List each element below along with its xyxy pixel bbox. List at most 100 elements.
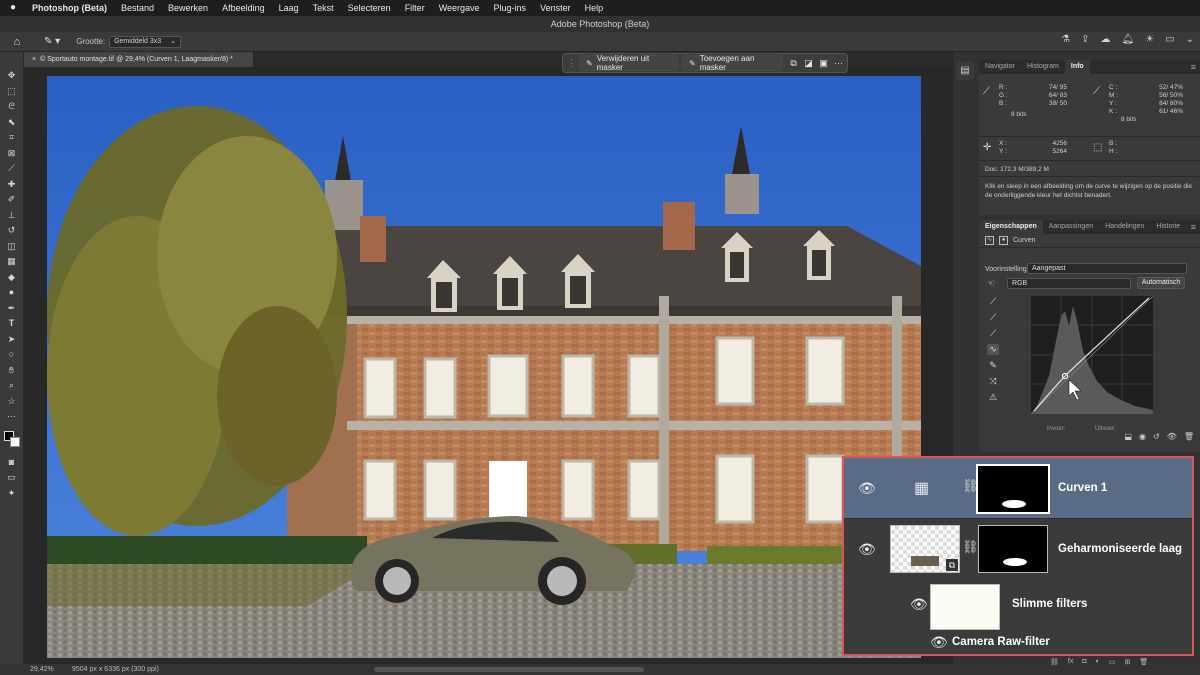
menu-help[interactable]: Help — [585, 3, 604, 13]
menu-weergave[interactable]: Weergave — [439, 3, 480, 13]
document-size[interactable]: 9504 px x 6336 px (300 ppi) — [72, 666, 159, 673]
channel-select[interactable]: RGB — [1007, 278, 1131, 289]
panel-menu-icon[interactable]: ≡ — [1191, 60, 1196, 74]
menu-plugins[interactable]: Plug-ins — [494, 3, 527, 13]
preset-select[interactable]: Aangepast — [1027, 263, 1187, 274]
black-point-eyedropper-icon[interactable]: ⟋ — [987, 296, 999, 307]
zoom-tool-icon[interactable]: ⌕ — [5, 380, 19, 392]
layer-row-smart-filters[interactable]: 👁︎ Slimme filters — [844, 580, 1192, 632]
hand-tool-icon[interactable]: ✋︎ — [5, 365, 19, 377]
clip-to-layer-icon[interactable]: ⬓ — [1124, 432, 1132, 441]
new-layer-icon[interactable]: ⊞ — [1124, 658, 1130, 666]
history-brush-icon[interactable]: ↺ — [5, 225, 19, 237]
quick-mask-icon[interactable]: ◙ — [5, 457, 19, 469]
eyedropper-tool-icon[interactable]: ⟋ — [5, 163, 19, 175]
layer-thumbnail[interactable]: ⧉ — [890, 525, 960, 573]
curve-points-icon[interactable]: ∿ — [987, 344, 999, 355]
group-icon[interactable]: ▭ — [1109, 658, 1116, 666]
comments-icon[interactable]: ▤ — [956, 62, 974, 80]
dodge-tool-icon[interactable]: ● — [5, 287, 19, 299]
visibility-icon[interactable]: 👁︎ — [1167, 432, 1177, 441]
horizontal-scrollbar[interactable] — [374, 667, 644, 672]
menu-app[interactable]: Photoshop (Beta) — [32, 3, 107, 13]
menu-bewerken[interactable]: Bewerken — [168, 3, 208, 13]
menu-venster[interactable]: Venster — [540, 3, 571, 13]
background-color[interactable] — [9, 436, 20, 447]
shape-tool-icon[interactable]: ○ — [5, 349, 19, 361]
type-tool-icon[interactable]: T — [5, 318, 19, 330]
invert-mask-icon[interactable]: ◪ — [802, 58, 815, 69]
lasso-tool-icon[interactable]: ᘓ — [5, 101, 19, 113]
smart-filter-mask-thumbnail[interactable] — [930, 584, 1000, 630]
tab-handelingen[interactable]: Handelingen — [1099, 220, 1150, 234]
tab-navigator[interactable]: Navigator — [979, 60, 1021, 74]
layer-row-curven[interactable]: 👁︎ ▦ ⛓︎ Curven 1 — [844, 458, 1192, 518]
curves-adjustment-icon[interactable]: ∿ — [985, 236, 994, 245]
size-select[interactable]: Gemiddeld 3x3 ⌄ — [109, 35, 182, 48]
eye-icon[interactable]: 👁︎ — [858, 480, 876, 497]
move-tool-icon[interactable]: ✥ — [5, 70, 19, 82]
document-tab-close-icon[interactable]: × — [32, 56, 36, 63]
clipping-warning-icon[interactable]: ⚠ — [987, 392, 999, 403]
menu-afbeelding[interactable]: Afbeelding — [222, 3, 265, 13]
workspace-menu-icon[interactable]: ⌄ — [1186, 34, 1194, 45]
tab-info[interactable]: Info — [1064, 60, 1090, 74]
fx-icon[interactable]: fx — [1068, 658, 1073, 666]
add-to-mask-button[interactable]: ✎ Toevoegen aan masker — [681, 54, 784, 72]
curves-graph[interactable] — [1030, 295, 1154, 415]
pencil-icon[interactable]: ✎ — [987, 360, 999, 371]
menu-tekst[interactable]: Tekst — [313, 3, 334, 13]
frame-tool-icon[interactable]: ⊠ — [5, 148, 19, 160]
tab-historie[interactable]: Historie — [1150, 220, 1186, 234]
more-tools-icon[interactable]: ··· — [5, 411, 19, 423]
fill-mask-icon[interactable]: ▣ — [817, 58, 830, 69]
gray-point-eyedropper-icon[interactable]: ⟋ — [987, 312, 999, 323]
layer-name[interactable]: Curven 1 — [1058, 482, 1107, 494]
brightness-icon[interactable]: ☀ — [1145, 34, 1154, 45]
home-icon[interactable]: ⌂ — [10, 36, 24, 48]
workspace-icon[interactable]: ▭ — [1165, 34, 1174, 45]
menu-bestand[interactable]: Bestand — [121, 3, 154, 13]
layer-row-camera-raw[interactable]: 👁︎ Camera Raw-filter — [844, 632, 1192, 654]
document-tab[interactable]: × © Sportauto montage.tif @ 29,4% (Curven… — [24, 52, 254, 67]
target-adjust-icon[interactable]: ☜ — [987, 278, 995, 289]
link-icon[interactable]: ⛓︎ — [962, 539, 979, 555]
menu-filter[interactable]: Filter — [405, 3, 425, 13]
drag-handle-icon[interactable]: ⋮ — [567, 58, 576, 69]
layer-name[interactable]: Geharmoniseerde laag — [1058, 543, 1182, 555]
menu-selecteren[interactable]: Selecteren — [348, 3, 391, 13]
gradient-tool-icon[interactable]: ▦ — [5, 256, 19, 268]
flask-icon[interactable]: ⚗ — [1061, 34, 1070, 45]
eye-icon[interactable]: 👁︎ — [858, 541, 876, 558]
pen-tool-icon[interactable]: ✒ — [5, 303, 19, 315]
cloud-icon[interactable]: ☁ — [1100, 34, 1110, 45]
adjustment-layer-icon[interactable]: ◐ — [1096, 658, 1100, 666]
layer-name[interactable]: Camera Raw-filter — [952, 636, 1050, 648]
apple-icon[interactable]: ● — [10, 3, 20, 13]
add-mask-icon[interactable]: ◘ — [1082, 658, 1086, 666]
link-layers-icon[interactable]: ⛓︎ — [1050, 658, 1059, 666]
bell-icon[interactable]: 🔔︎ — [1121, 34, 1134, 45]
tab-aanpassingen[interactable]: Aanpassingen — [1043, 220, 1099, 234]
remove-from-mask-button[interactable]: ✎ Verwijderen uit masker — [579, 54, 678, 72]
zoom-level[interactable]: 29,42% — [30, 666, 68, 673]
menu-laag[interactable]: Laag — [279, 3, 299, 13]
marquee-tool-icon[interactable]: ⬚ — [5, 86, 19, 98]
crop-tool-icon[interactable]: ⌗ — [5, 132, 19, 144]
share-tool-icon[interactable]: ✦ — [5, 488, 19, 500]
more-options-icon[interactable]: ··· — [832, 58, 845, 68]
star-icon[interactable]: ☆ — [5, 396, 19, 408]
document-image[interactable] — [47, 76, 921, 658]
layer-name[interactable]: Slimme filters — [1012, 598, 1087, 610]
white-point-eyedropper-icon[interactable]: ⟋ — [987, 328, 999, 339]
layer-mask-thumbnail[interactable] — [976, 464, 1050, 514]
trash-icon[interactable]: 🗑︎ — [1184, 432, 1194, 441]
path-selection-icon[interactable]: ➤ — [5, 334, 19, 346]
object-selection-tool-icon[interactable]: ⬉ — [5, 117, 19, 129]
layer-mask-thumbnail[interactable] — [978, 525, 1048, 573]
auto-button[interactable]: Automatisch — [1137, 277, 1185, 289]
eye-icon[interactable]: 👁︎ — [930, 634, 948, 651]
layer-row-geharmoniseerd[interactable]: 👁︎ ⧉ ⛓︎ Geharmoniseerde laag — [844, 519, 1192, 579]
brush-tool-icon[interactable]: ✐ — [5, 194, 19, 206]
tab-eigenschappen[interactable]: Eigenschappen — [979, 220, 1043, 234]
